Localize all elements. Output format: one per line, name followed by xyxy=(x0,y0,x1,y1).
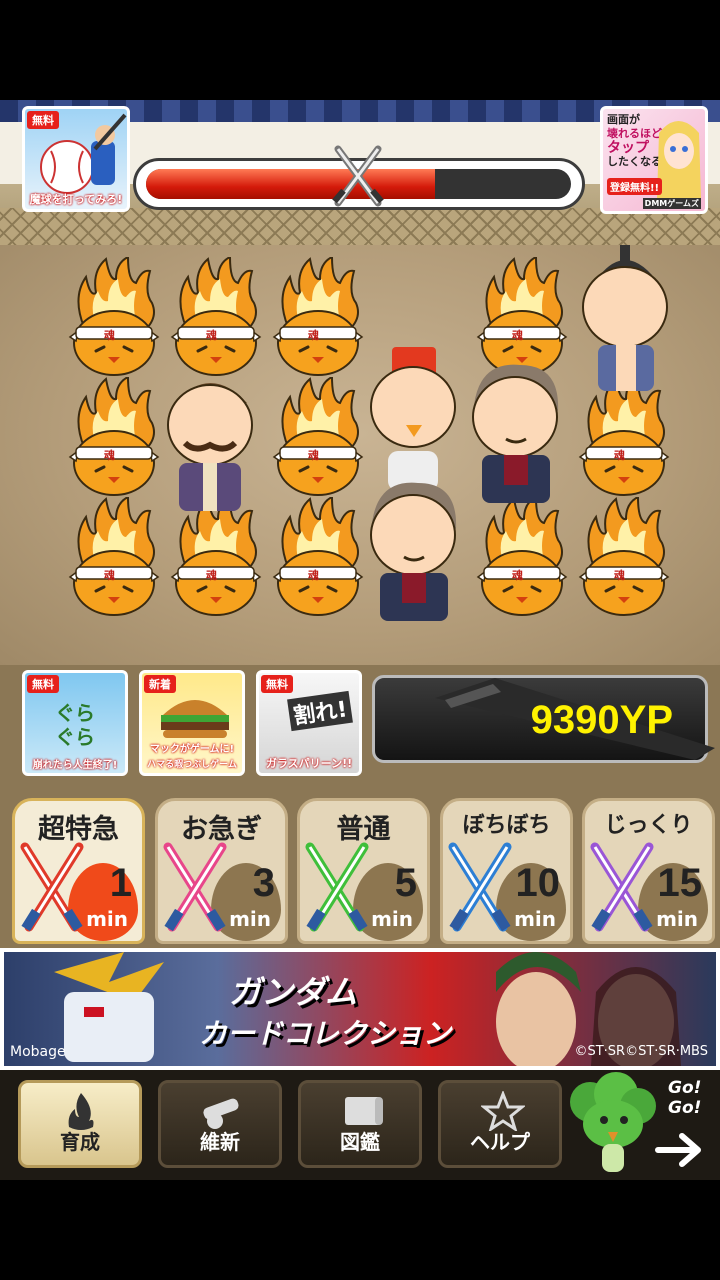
nav-restoration-label: 維新 xyxy=(200,1130,240,1154)
nav-restoration-button[interactable]: 維新 xyxy=(158,1080,282,1168)
speed-button-1[interactable]: 超特急 1 min xyxy=(12,798,145,944)
free-tag: 無料 xyxy=(27,675,59,693)
crossed-swords-icon xyxy=(163,842,227,932)
nav-encyclopedia-label: 図鑑 xyxy=(340,1130,380,1154)
spirit-flame-character[interactable]: 魂 xyxy=(66,257,162,377)
points-value: 9390YP xyxy=(530,698,673,742)
burger-ad-caption-1: マックがゲームに! xyxy=(149,744,235,755)
speed-button-3[interactable]: 普通 5 min xyxy=(297,798,430,944)
baseball-ad-caption: 魔球を打ってみろ! xyxy=(29,193,123,206)
spirit-label: 魂 xyxy=(104,569,115,582)
star-icon xyxy=(481,1091,525,1131)
speed-label: 超特急 xyxy=(38,814,119,845)
spirit-label: 魂 xyxy=(206,569,217,582)
crossed-swords-icon xyxy=(305,842,369,932)
upgraded-character[interactable] xyxy=(460,355,570,509)
gundam-banner-ad[interactable]: ガンダム カードコレクション Mobage ©ST·SR©ST·SR·MBS xyxy=(0,948,720,1070)
speed-unit: min xyxy=(371,907,413,931)
mascot-go-2: Go! xyxy=(668,1098,702,1118)
spirit-flame-character[interactable]: 魂 xyxy=(66,497,162,617)
banner-art: ガンダム カードコレクション Mobage ©ST·SR©ST·SR·MBS xyxy=(4,952,716,1066)
speed-minutes: 10 xyxy=(515,861,561,905)
bottom-nav: 育成 維新 図鑑 ヘルプ Go! Go! xyxy=(0,1070,720,1180)
spirit-label: 魂 xyxy=(614,569,625,582)
broccoli-mascot-icon xyxy=(570,1072,656,1172)
points-panel: 9390YP xyxy=(372,675,715,763)
banner-subtitle: カードコレクション xyxy=(199,1017,452,1050)
speed-minutes: 1 xyxy=(109,861,132,905)
crossed-swords-icon xyxy=(448,842,512,932)
spirit-label: 魂 xyxy=(512,569,523,582)
speed-button-2[interactable]: お急ぎ 3 min xyxy=(155,798,288,944)
glass-game-ad[interactable]: 無料 割れ! ガラスパリーン!! xyxy=(256,670,362,776)
tower-ad-art: ぐら ぐら xyxy=(55,701,95,749)
nav-help-button[interactable]: ヘルプ xyxy=(438,1080,562,1168)
speed-unit: min xyxy=(229,907,271,931)
navigation-bar-area xyxy=(0,1180,720,1280)
mascot-go-1: Go! xyxy=(668,1078,702,1098)
brand-label: DMMゲームズ xyxy=(642,198,701,209)
spirit-flame-character[interactable]: 魂 xyxy=(576,497,672,617)
glass-ad-caption: ガラスパリーン!! xyxy=(265,757,353,770)
spirit-label: 魂 xyxy=(206,329,217,342)
burger-ad-caption-2: ハマる暇つぶしゲーム xyxy=(147,760,237,770)
speed-unit: min xyxy=(86,907,128,931)
burger-icon xyxy=(161,700,229,738)
status-bar-area xyxy=(0,0,720,100)
tower-ad-caption: 崩れたら人生終了! xyxy=(32,760,118,771)
banner-title: ガンダム xyxy=(229,973,358,1011)
spirit-flame-character[interactable]: 魂 xyxy=(474,497,570,617)
spirit-flame-character[interactable]: 魂 xyxy=(168,257,264,377)
nav-encyclopedia-button[interactable]: 図鑑 xyxy=(298,1080,422,1168)
speed-unit: min xyxy=(656,907,698,931)
burger-game-ad[interactable]: 新着 マックがゲームに! ハマる暇つぶしゲーム xyxy=(139,670,245,776)
scroll-icon xyxy=(345,1097,383,1125)
spirit-flame-character[interactable]: 魂 xyxy=(270,257,366,377)
spirit-label: 魂 xyxy=(614,449,625,462)
nav-grow-button[interactable]: 育成 xyxy=(18,1080,142,1168)
speed-unit: min xyxy=(514,907,556,931)
speed-minutes: 15 xyxy=(657,861,703,905)
spirit-flame-character[interactable]: 魂 xyxy=(270,497,366,617)
flame-icon xyxy=(68,1093,94,1130)
progress-fill xyxy=(146,169,435,199)
spirit-label: 魂 xyxy=(104,329,115,342)
arrow-right-icon xyxy=(655,1133,701,1167)
nav-help-label: ヘルプ xyxy=(470,1130,530,1154)
speed-label: お急ぎ xyxy=(181,814,262,845)
speed-minutes: 5 xyxy=(394,861,417,905)
speed-button-4[interactable]: ぼちぼち 10 min xyxy=(440,798,573,944)
crossed-swords-icon xyxy=(590,842,654,932)
spirit-label: 魂 xyxy=(308,329,319,342)
spirit-label: 魂 xyxy=(512,329,523,342)
speed-label: ぼちぼち xyxy=(462,813,551,838)
spirit-label: 魂 xyxy=(308,569,319,582)
upgraded-character[interactable] xyxy=(358,473,468,627)
spirit-flame-character[interactable]: 魂 xyxy=(66,377,162,497)
crossed-swords-icon xyxy=(332,145,384,207)
battle-field[interactable]: 魂魂魂魂魂魂魂魂魂魂魂魂 xyxy=(0,245,720,665)
spirit-label: 魂 xyxy=(308,449,319,462)
dmm-game-ad[interactable]: 画面が 壊れるほど タップ したくなる! 登録無料!! DMMゲームズ xyxy=(600,106,708,214)
upgraded-character[interactable] xyxy=(570,245,680,399)
spirit-flame-character[interactable]: 魂 xyxy=(270,377,366,497)
free-tag: 無料 xyxy=(261,675,293,693)
nav-grow-label: 育成 xyxy=(60,1130,100,1154)
spirit-label: 魂 xyxy=(104,449,115,462)
register-free-badge: 登録無料!! xyxy=(607,178,663,195)
cannon-icon xyxy=(203,1098,239,1129)
glass-ad-art: 割れ! xyxy=(287,690,353,732)
tower-game-ad[interactable]: 無料 ぐら ぐら 崩れたら人生終了! xyxy=(22,670,128,776)
provider-label: Mobage xyxy=(10,1044,66,1060)
speed-minutes: 3 xyxy=(252,861,275,905)
copyright-label: ©ST·SR©ST·SR·MBS xyxy=(574,1044,708,1059)
baseball-game-ad[interactable]: 無料 魔球を打ってみろ! xyxy=(22,106,130,212)
speed-label: じっくり xyxy=(604,813,693,838)
crossed-swords-icon xyxy=(20,842,84,932)
speed-label: 普通 xyxy=(336,814,391,845)
speed-button-5[interactable]: じっくり 15 min xyxy=(582,798,715,944)
upgraded-character[interactable] xyxy=(155,363,265,517)
go-go-mascot-button[interactable]: Go! Go! xyxy=(568,1072,718,1176)
